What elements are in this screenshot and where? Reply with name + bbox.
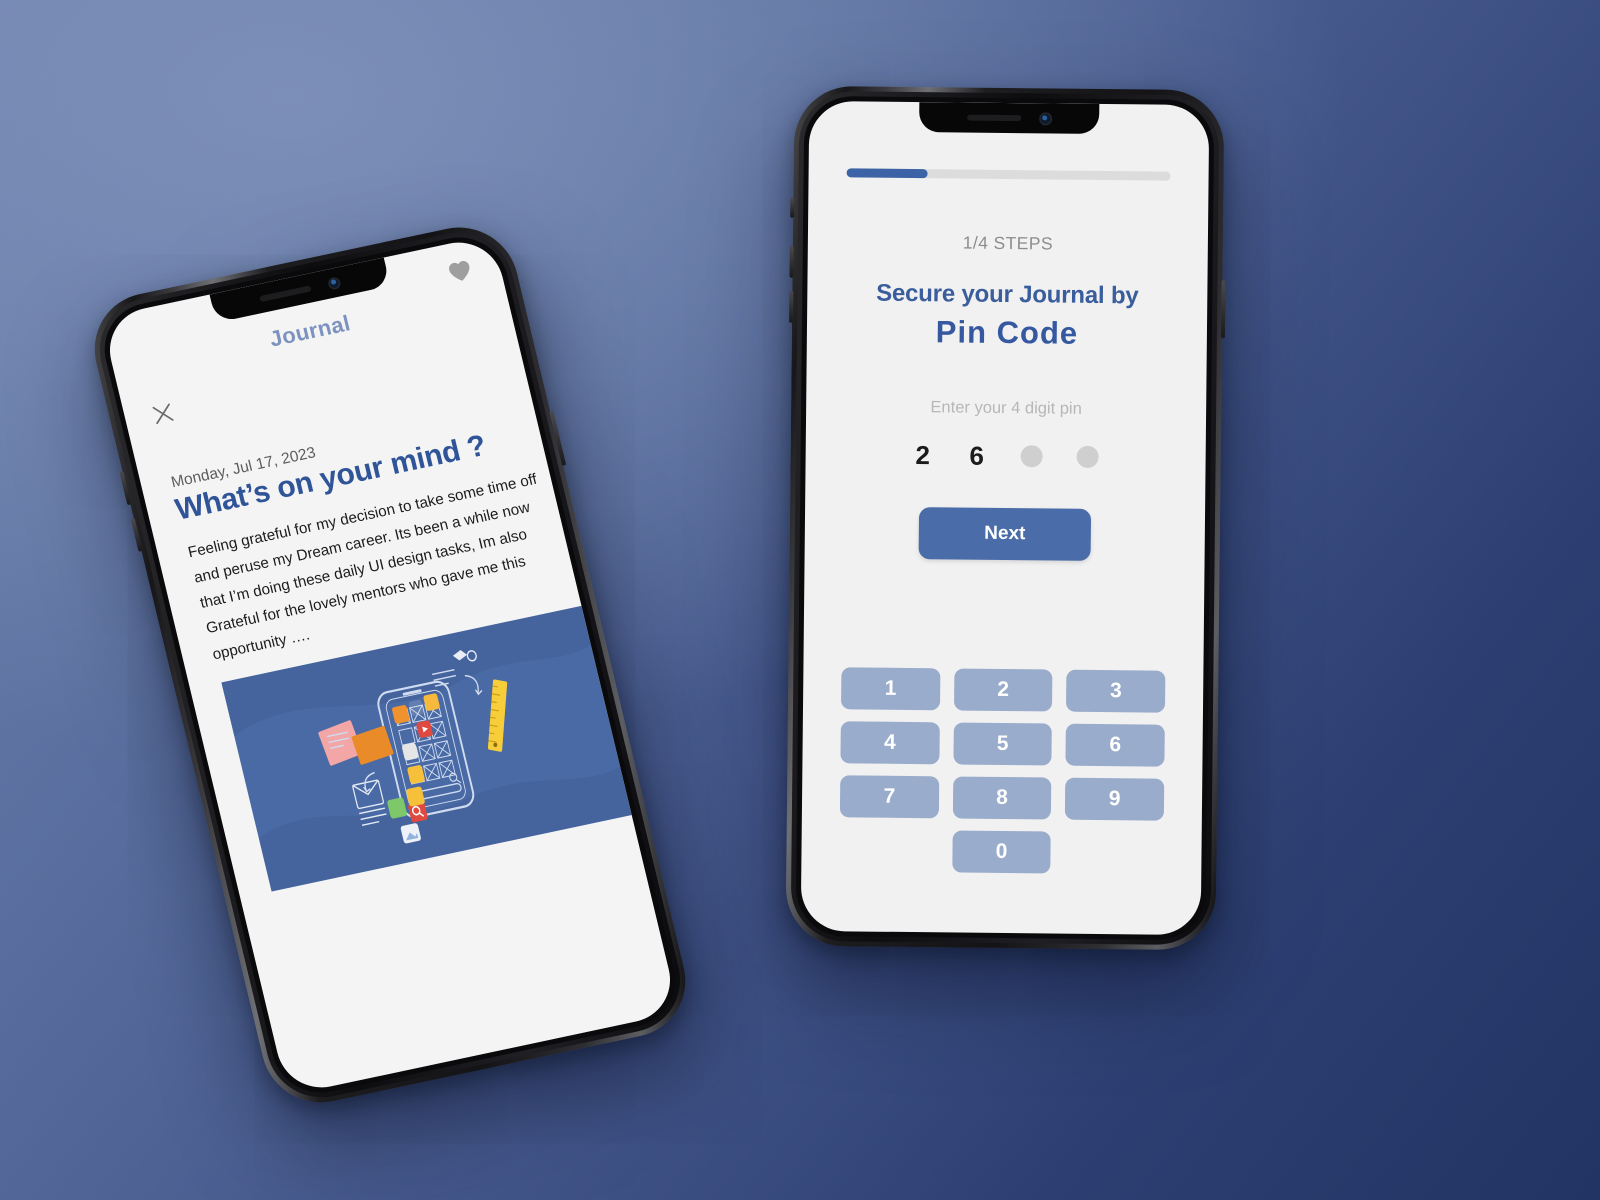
pin-slot-empty-2 (1076, 445, 1099, 468)
keypad-key-9[interactable]: 9 (1065, 777, 1165, 821)
pin-entry-row[interactable]: 26 (843, 436, 1167, 475)
mockup-scene: Journal Monday, Jul 17, 2023 What’s on y… (0, 0, 1600, 1200)
next-button[interactable]: Next (918, 507, 1092, 561)
numeric-keypad[interactable]: 123 456 7890 (839, 667, 1166, 874)
journal-phone-mockup: Journal Monday, Jul 17, 2023 What’s on y… (82, 216, 698, 1114)
front-camera-icon (326, 275, 342, 290)
mute-switch[interactable] (790, 197, 795, 218)
keypad-key-2[interactable]: 2 (953, 668, 1053, 712)
pin-screen: 1/4 STEPS Secure your Journal by Pin Cod… (800, 100, 1210, 936)
keypad-key-7[interactable]: 7 (839, 775, 939, 819)
pin-phone-mockup: 1/4 STEPS Secure your Journal by Pin Cod… (785, 85, 1226, 951)
journal-screen: Journal Monday, Jul 17, 2023 What’s on y… (100, 234, 680, 1096)
onboarding-progress-bar (846, 168, 1171, 181)
keypad-key-3[interactable]: 3 (1066, 669, 1166, 713)
pin-slot-empty-1 (1020, 445, 1043, 468)
notch (919, 102, 1100, 134)
phone-glass: 1/4 STEPS Secure your Journal by Pin Cod… (795, 95, 1215, 941)
keypad-key-0[interactable]: 0 (951, 830, 1052, 874)
volume-down-button[interactable] (789, 290, 794, 323)
volume-up-button[interactable] (789, 245, 794, 278)
front-camera-icon (1038, 111, 1052, 125)
keypad-key-4[interactable]: 4 (840, 721, 940, 765)
keypad-key-1[interactable]: 1 (840, 667, 941, 711)
pin-hint: Enter your 4 digit pin (930, 398, 1082, 418)
pin-digit-2: 6 (969, 440, 985, 471)
onboarding-progress-fill (846, 168, 928, 179)
pin-digit-1: 2 (915, 440, 931, 471)
keypad-key-8[interactable]: 8 (952, 776, 1052, 820)
keypad-key-6[interactable]: 6 (1065, 723, 1165, 767)
keypad-key-5[interactable]: 5 (953, 722, 1053, 766)
steps-label: 1/4 STEPS (962, 232, 1054, 254)
heading-line-2: Pin Code (935, 314, 1079, 351)
speaker-grille-icon (966, 114, 1021, 122)
power-button[interactable] (1220, 280, 1226, 339)
close-icon[interactable] (150, 401, 178, 432)
speaker-grille-icon (259, 284, 312, 302)
phone-glass: Journal Monday, Jul 17, 2023 What’s on y… (94, 228, 686, 1102)
heading-line-1: Secure your Journal by (876, 279, 1139, 310)
